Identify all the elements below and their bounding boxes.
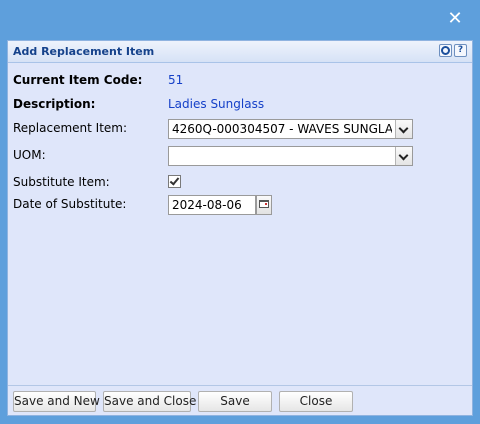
save-button[interactable]: Save xyxy=(198,391,272,412)
replacement-item-select[interactable]: 4260Q-000304507 - WAVES SUNGLASSES xyxy=(168,119,413,139)
current-item-code-label: Current Item Code: xyxy=(13,73,143,87)
close-window-icon[interactable]: ✕ xyxy=(446,10,464,28)
description-label: Description: xyxy=(13,97,96,111)
dialog-footer: Save and New Save and Close Save Close xyxy=(8,385,472,415)
substitute-item-checkbox[interactable] xyxy=(168,175,181,188)
save-and-close-button[interactable]: Save and Close xyxy=(103,391,196,412)
dialog-title: Add Replacement Item xyxy=(13,45,155,58)
uom-label: UOM: xyxy=(13,148,46,162)
substitute-item-label: Substitute Item: xyxy=(13,175,110,189)
help-icon[interactable]: ? xyxy=(454,44,467,57)
description-value: Ladies Sunglass xyxy=(168,97,265,111)
date-of-substitute-label: Date of Substitute: xyxy=(13,197,127,211)
chevron-down-icon[interactable] xyxy=(395,120,412,138)
settings-gear-icon[interactable] xyxy=(439,44,452,57)
current-item-code-value: 51 xyxy=(168,73,184,87)
calendar-icon xyxy=(259,200,269,208)
replacement-item-value: 4260Q-000304507 - WAVES SUNGLASSES xyxy=(172,122,392,136)
date-of-substitute-input[interactable]: 2024-08-06 xyxy=(168,195,256,215)
add-replacement-item-dialog: Add Replacement Item ? Current Item Code… xyxy=(7,40,473,416)
save-and-new-button[interactable]: Save and New xyxy=(13,391,100,412)
replacement-item-label: Replacement Item: xyxy=(13,121,128,135)
close-button[interactable]: Close xyxy=(279,391,353,412)
dialog-titlebar: Add Replacement Item ? xyxy=(8,41,472,63)
chevron-down-icon[interactable] xyxy=(395,147,412,165)
uom-select[interactable] xyxy=(168,146,413,166)
calendar-picker-button[interactable] xyxy=(256,195,272,215)
